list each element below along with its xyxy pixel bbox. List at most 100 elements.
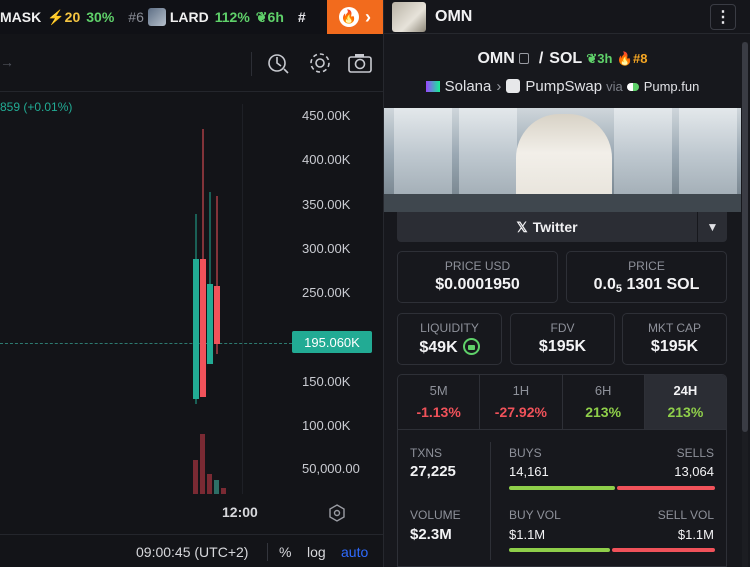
volume-bars [193, 434, 226, 494]
hot-pairs-button[interactable]: 🔥 › [327, 0, 383, 34]
launchpad-link[interactable]: Pump.fun [644, 79, 700, 94]
ticker-rank: # [297, 9, 306, 25]
volume-value: $2.3M [410, 526, 452, 543]
market-cap-label: MKT CAP [647, 321, 702, 335]
chevron-down-icon[interactable]: ▼ [697, 212, 727, 242]
pair-title: OMN / SOL ❦3h 🔥#8 [384, 50, 741, 68]
ticker-symbol: MASK [0, 9, 42, 25]
trending-ticker: MASK ⚡20 30% #6 LARD 112% ❦ 6h # [0, 0, 383, 34]
tab-24h[interactable]: 24H 213% [644, 375, 726, 429]
buys-value: 14,161 [509, 464, 549, 479]
banner-window [614, 108, 672, 208]
y-axis-label: 350.00K [302, 197, 351, 212]
price-chart[interactable]: → 859 (+0.01%) 450.00K 400.00K 350.00K 3… [0, 34, 383, 567]
buy-volume-value: $1.1M [509, 527, 546, 542]
dex-link[interactable]: PumpSwap [525, 78, 602, 95]
solana-icon [425, 81, 440, 92]
base-symbol: OMN [477, 50, 515, 67]
timeframe-tabs: 5M -1.13% 1H -27.92% 6H 213% 24H 213% [397, 374, 727, 430]
y-axis-label: 250.00K [302, 285, 351, 300]
banner-window [679, 108, 737, 208]
pumpfun-icon [626, 83, 639, 91]
market-cap-card: MKT CAP $195K [622, 313, 727, 365]
social-links: 𝕏 Twitter ▼ [397, 212, 727, 242]
sprout-icon: ❦ [586, 51, 598, 66]
panel-scrollbar[interactable] [742, 42, 748, 567]
chart-status-bar: 09:00:45 (UTC+2) % log auto [0, 534, 383, 567]
banner-window [459, 108, 517, 208]
twitter-button[interactable]: 𝕏 Twitter [397, 212, 697, 242]
price-native-value: 0.05 1301 SOL [567, 276, 726, 295]
txns-value: 27,225 [410, 463, 456, 480]
sells-value: 13,064 [674, 464, 714, 479]
buy-volume-bar [509, 548, 610, 552]
sells-label: SELLS [676, 446, 714, 460]
gear-icon[interactable] [307, 50, 333, 76]
x-logo-icon: 𝕏 [516, 218, 528, 235]
scrollbar-thumb[interactable] [742, 42, 748, 432]
y-axis-label: 400.00K [302, 152, 351, 167]
buys-bar [509, 486, 615, 490]
axis-settings-icon[interactable] [328, 504, 346, 522]
tab-change: -27.92% [494, 404, 547, 420]
chain-link[interactable]: Solana [445, 78, 492, 95]
price-usd-label: PRICE USD [444, 259, 511, 273]
buys-label: BUYS [509, 446, 542, 460]
panel-header: OMN ⋮ [384, 0, 750, 34]
price-native-zeros: 5 [615, 283, 622, 295]
ticker-item-lard[interactable]: #6 LARD 112% ❦ 6h [128, 8, 284, 26]
fdv-card: FDV $195K [510, 313, 615, 365]
price-usd-card: PRICE USD $0.0001950 [397, 251, 558, 303]
sell-volume-bar [612, 548, 715, 552]
price-native-prefix: 0.0 [593, 276, 616, 293]
txns-label: TXNS [410, 446, 443, 460]
price-native-rest: 1301 SOL [626, 276, 700, 293]
tab-change: 213% [667, 404, 704, 420]
ticker-rank: #6 [128, 9, 144, 25]
current-price-tag: 195.060K [292, 331, 372, 353]
x-axis-label: 12:00 [222, 504, 258, 520]
tab-6h[interactable]: 6H 213% [563, 375, 645, 429]
pair-route: Solana › PumpSwap via Pump.fun [384, 78, 741, 95]
tab-label: 6H [594, 383, 612, 398]
via-label: via [606, 79, 623, 94]
token-avatar [147, 8, 166, 26]
flame-icon: 🔥 [339, 7, 359, 27]
log-scale-toggle[interactable]: log [307, 544, 326, 560]
liquidity-amount: $49K [419, 339, 458, 356]
ticker-change: 30% [86, 9, 115, 25]
tab-5m[interactable]: 5M -1.13% [398, 375, 481, 429]
tab-1h[interactable]: 1H -27.92% [480, 375, 563, 429]
camera-icon[interactable] [347, 50, 373, 76]
stats-divider [490, 442, 491, 560]
auto-scale-toggle[interactable]: auto [341, 544, 368, 560]
app-root: MASK ⚡20 30% #6 LARD 112% ❦ 6h # 🔥 › → 8… [0, 0, 750, 567]
buy-volume-label: BUY VOL [509, 508, 561, 522]
tab-change: 213% [585, 404, 622, 420]
token-info-panel: OMN ⋮ OMN / SOL ❦3h 🔥#8 Solana › PumpSwap via… [383, 0, 750, 567]
liquidity-label: LIQUIDITY [420, 321, 479, 335]
ticker-item-mask[interactable]: MASK ⚡20 30% [0, 9, 114, 26]
ticker-age: 6h [267, 9, 284, 25]
ticker-symbol: LARD [169, 9, 209, 25]
chart-clock[interactable]: 09:00:45 (UTC+2) [136, 544, 248, 560]
pair-age: 3h [597, 51, 613, 66]
y-axis-label: 100.00K [302, 418, 351, 433]
token-avatar [392, 1, 426, 32]
boost-badge: ⚡20 [47, 8, 81, 25]
y-axis-label: 300.00K [302, 241, 351, 256]
trending-rank: #8 [633, 51, 648, 66]
y-axis-label: 450.00K [302, 108, 351, 123]
percent-scale-toggle[interactable]: % [279, 544, 291, 560]
fdv-value: $195K [538, 338, 587, 355]
sprout-icon: ❦ [255, 8, 268, 25]
more-options-button[interactable]: ⋮ [710, 4, 736, 30]
lock-icon[interactable] [462, 338, 480, 355]
liquidity-card: LIQUIDITY $49K [397, 313, 502, 365]
copy-icon[interactable] [518, 53, 529, 64]
sells-bar [617, 486, 715, 490]
sell-volume-value: $1.1M [677, 527, 714, 542]
token-banner-image [384, 108, 741, 212]
tab-label: 1H [512, 383, 530, 398]
trade-stats: TXNS 27,225 BUYS 14,161 SELLS 13,064 VOL… [397, 430, 727, 567]
